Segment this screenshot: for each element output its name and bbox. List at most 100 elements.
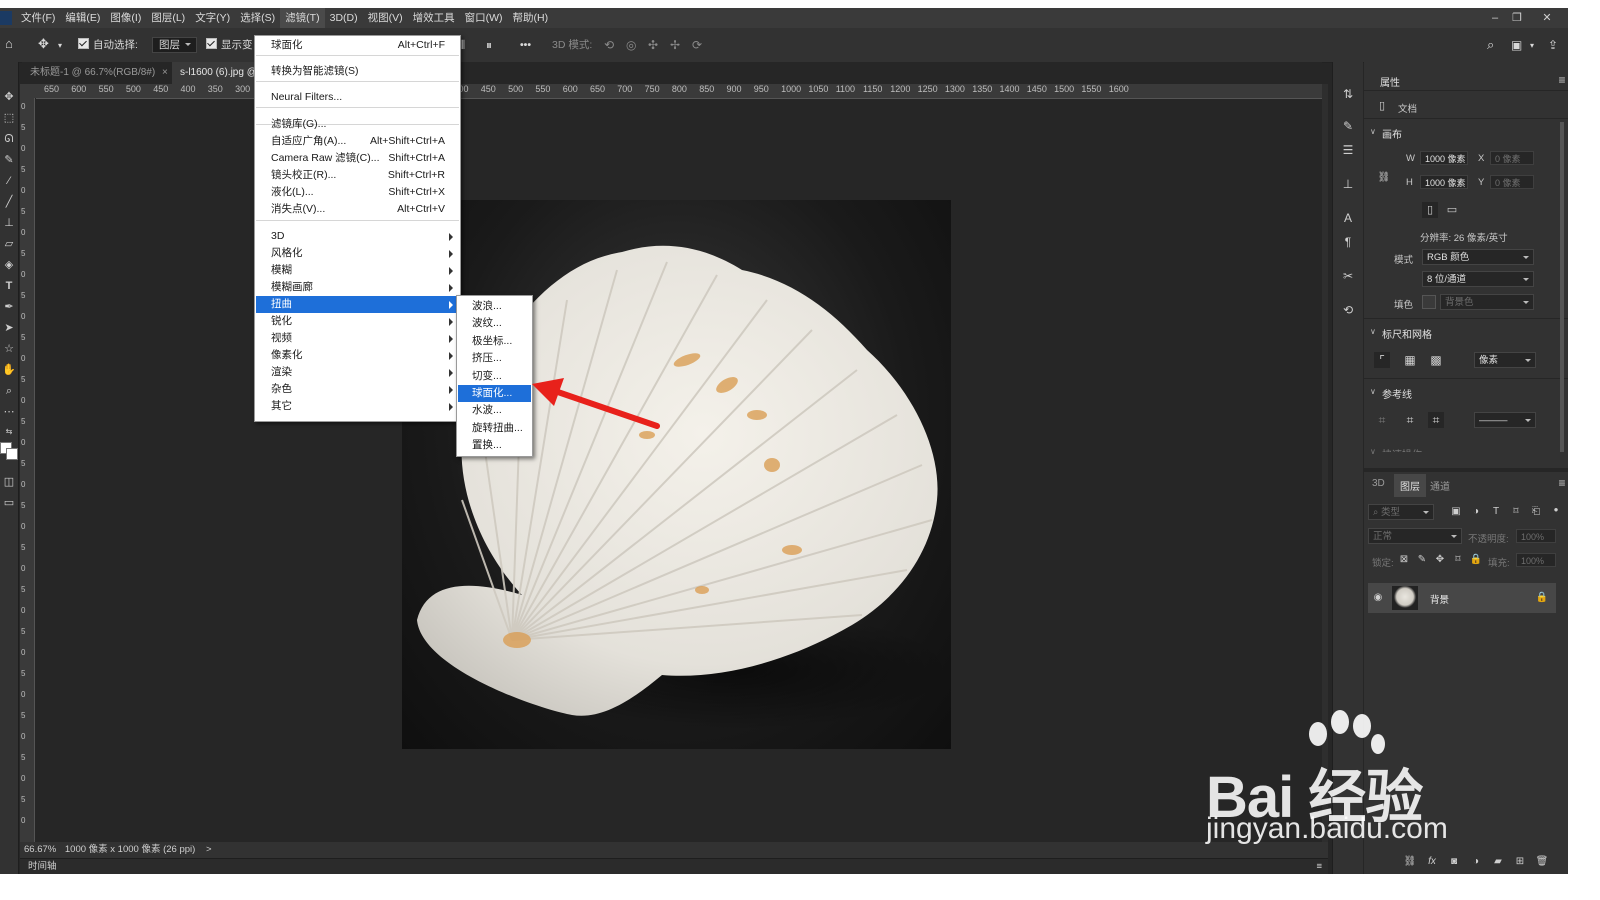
- filter-menu-item[interactable]: 滤镜库(G)...: [256, 116, 459, 133]
- filter-menu-item[interactable]: 镜头校正(R)... Shift+Ctrl+R: [256, 167, 459, 184]
- menu-layer[interactable]: 图层(L): [146, 8, 190, 28]
- filter-menu-item[interactable]: 风格化: [256, 245, 459, 262]
- distort-menu-item[interactable]: 置换...: [458, 437, 531, 454]
- portrait-orientation-icon[interactable]: ▯: [1422, 202, 1438, 218]
- 3d-scale-icon[interactable]: ⟳: [692, 37, 702, 53]
- distort-menu-item[interactable]: 波纹...: [458, 315, 531, 332]
- tool-preset-chevron-icon[interactable]: ▾: [58, 38, 62, 54]
- auto-select-target-dropdown[interactable]: 图层: [152, 37, 197, 53]
- zoom-level[interactable]: 66.67%: [24, 844, 56, 855]
- filter-menu-item[interactable]: Camera Raw 滤镜(C)... Shift+Ctrl+A: [256, 150, 459, 167]
- distort-menu-item[interactable]: 切变...: [458, 368, 531, 385]
- character-icon[interactable]: A: [1340, 210, 1356, 226]
- menu-type[interactable]: 文字(Y): [190, 8, 235, 28]
- background-color-swatch[interactable]: [6, 448, 18, 460]
- filter-menu-item[interactable]: 扭曲: [256, 296, 459, 313]
- filter-menu-item[interactable]: 转换为智能滤镜(S): [256, 63, 459, 80]
- menu-filter[interactable]: 滤镜(T): [280, 8, 325, 28]
- filter-menu-item[interactable]: 渲染: [256, 364, 459, 381]
- delete-layer-icon[interactable]: 🗑: [1534, 854, 1550, 870]
- brush-tool-icon[interactable]: ╱: [1, 194, 17, 210]
- filter-menu-item[interactable]: 消失点(V)... Alt+Ctrl+V: [256, 201, 459, 218]
- distort-menu-item[interactable]: 波浪...: [458, 298, 531, 315]
- filter-menu-item[interactable]: 锐化: [256, 313, 459, 330]
- shell-image[interactable]: [402, 200, 951, 749]
- home-icon[interactable]: ⌂: [5, 36, 13, 52]
- fill-color-dropdown[interactable]: 背景色: [1440, 294, 1534, 310]
- workspace-icon[interactable]: ▣: [1511, 37, 1522, 53]
- landscape-orientation-icon[interactable]: ▭: [1444, 202, 1460, 218]
- filter-menu-item[interactable]: 3D: [256, 228, 459, 245]
- layer-name[interactable]: 背景: [1430, 592, 1449, 606]
- path-select-tool-icon[interactable]: ➤: [1, 320, 17, 336]
- distribute-icon[interactable]: ⏸: [486, 37, 492, 53]
- filter-menu-item[interactable]: 模糊: [256, 262, 459, 279]
- workspace-chevron-icon[interactable]: ▾: [1530, 38, 1534, 54]
- marquee-tool-icon[interactable]: ⬚: [1, 110, 17, 126]
- menu-window[interactable]: 窗口(W): [460, 8, 508, 28]
- visibility-eye-icon[interactable]: ◉: [1370, 590, 1386, 606]
- distort-menu-item[interactable]: 极坐标...: [458, 333, 531, 350]
- menu-plugins[interactable]: 增效工具: [408, 8, 460, 28]
- properties-scrollbar[interactable]: [1560, 122, 1564, 452]
- guide-style-dropdown[interactable]: ———: [1474, 412, 1536, 428]
- lock-position-icon[interactable]: ✥: [1432, 552, 1448, 568]
- link-icon[interactable]: ⛓: [1376, 170, 1392, 186]
- pixel-grid-icon[interactable]: ▩: [1428, 352, 1444, 368]
- quick-select-tool-icon[interactable]: ✎: [1, 152, 17, 168]
- menu-3d[interactable]: 3D(D): [325, 8, 363, 28]
- menu-select[interactable]: 选择(S): [235, 8, 280, 28]
- smart-guides-icon[interactable]: ⌗: [1428, 412, 1444, 428]
- filter-menu-item[interactable]: 像素化: [256, 347, 459, 364]
- guides-lock-icon[interactable]: ⌗: [1402, 412, 1418, 428]
- guides-collapse-icon[interactable]: ∨: [1370, 387, 1376, 396]
- filter-menu-item[interactable]: 杂色: [256, 381, 459, 398]
- layers-panel-menu-icon[interactable]: ≡: [1554, 475, 1568, 491]
- distort-menu-item[interactable]: 水波...: [458, 402, 531, 419]
- tab-3d[interactable]: 3D: [1372, 478, 1385, 489]
- filter-type-icon[interactable]: T: [1488, 504, 1504, 520]
- lock-transparent-icon[interactable]: ⊠: [1396, 552, 1412, 568]
- paint-bucket-tool-icon[interactable]: ◈: [1, 257, 17, 273]
- search-icon[interactable]: ⌕: [1487, 37, 1494, 53]
- eyedropper-tool-icon[interactable]: ⁄: [1, 173, 17, 189]
- filter-menu-item[interactable]: 视频: [256, 330, 459, 347]
- paragraph-icon[interactable]: ¶: [1340, 234, 1356, 250]
- vertical-ruler[interactable]: 0 5 0 5 0 5 0 5 0 5 0 5 0 5 0 5 0 5 0 5 0 5 0 5 0 5 0 5 0 5 0 5 0 5 0: [20, 98, 35, 843]
- tools-icon[interactable]: ✂: [1340, 268, 1356, 284]
- filter-shape-icon[interactable]: ⌑: [1508, 504, 1524, 520]
- guides-hide-icon[interactable]: ⌗: [1374, 412, 1390, 428]
- color-mode-dropdown[interactable]: RGB 颜色: [1422, 249, 1534, 265]
- quick-mask-icon[interactable]: ◫: [1, 474, 17, 490]
- more-tools-icon[interactable]: ⋯: [1, 404, 17, 420]
- menu-file[interactable]: 文件(F): [16, 8, 60, 28]
- stamp-tool-icon[interactable]: ⊥: [1, 215, 17, 231]
- filter-menu-item[interactable]: Neural Filters...: [256, 89, 459, 106]
- document-tab-untitled[interactable]: 未标题-1 @ 66.7%(RGB/8#) ×: [22, 62, 176, 84]
- bit-depth-dropdown[interactable]: 8 位/通道: [1422, 271, 1534, 287]
- filter-menu-item[interactable]: 其它: [256, 398, 459, 415]
- rulers-collapse-icon[interactable]: ∨: [1370, 327, 1376, 336]
- filter-toggle-icon[interactable]: ●: [1548, 502, 1564, 518]
- grid-toggle-icon[interactable]: ▦: [1402, 352, 1418, 368]
- timeline-menu-icon[interactable]: ≡: [1316, 859, 1322, 874]
- canvas-collapse-icon[interactable]: ∨: [1370, 127, 1376, 136]
- width-field[interactable]: 1000 像素: [1420, 151, 1468, 165]
- menu-view[interactable]: 视图(V): [363, 8, 408, 28]
- quick-actions-collapse-icon[interactable]: ∨: [1370, 447, 1376, 456]
- 3d-roll-icon[interactable]: ◎: [626, 37, 636, 53]
- brush-settings-icon[interactable]: ✎: [1340, 118, 1356, 134]
- height-field[interactable]: 1000 像素: [1420, 175, 1468, 189]
- shape-tool-icon[interactable]: ☆: [1, 341, 17, 357]
- tab-layers[interactable]: 图层: [1394, 474, 1426, 497]
- blend-mode-dropdown[interactable]: 正常: [1368, 528, 1462, 544]
- show-transform-checkbox[interactable]: 显示变: [206, 37, 253, 53]
- horizontal-ruler[interactable]: 6506005505004504003503002501001502002503…: [36, 84, 1326, 99]
- distort-menu-item[interactable]: 挤压...: [458, 350, 531, 367]
- auto-select-checkbox[interactable]: 自动选择:: [78, 37, 138, 53]
- pen-tool-icon[interactable]: ✒: [1, 299, 17, 315]
- tab-close-icon[interactable]: ×: [162, 67, 168, 78]
- 3d-pan-icon[interactable]: ✣: [648, 37, 658, 53]
- history-icon[interactable]: ⇅: [1340, 86, 1356, 102]
- menu-edit[interactable]: 编辑(E): [60, 8, 105, 28]
